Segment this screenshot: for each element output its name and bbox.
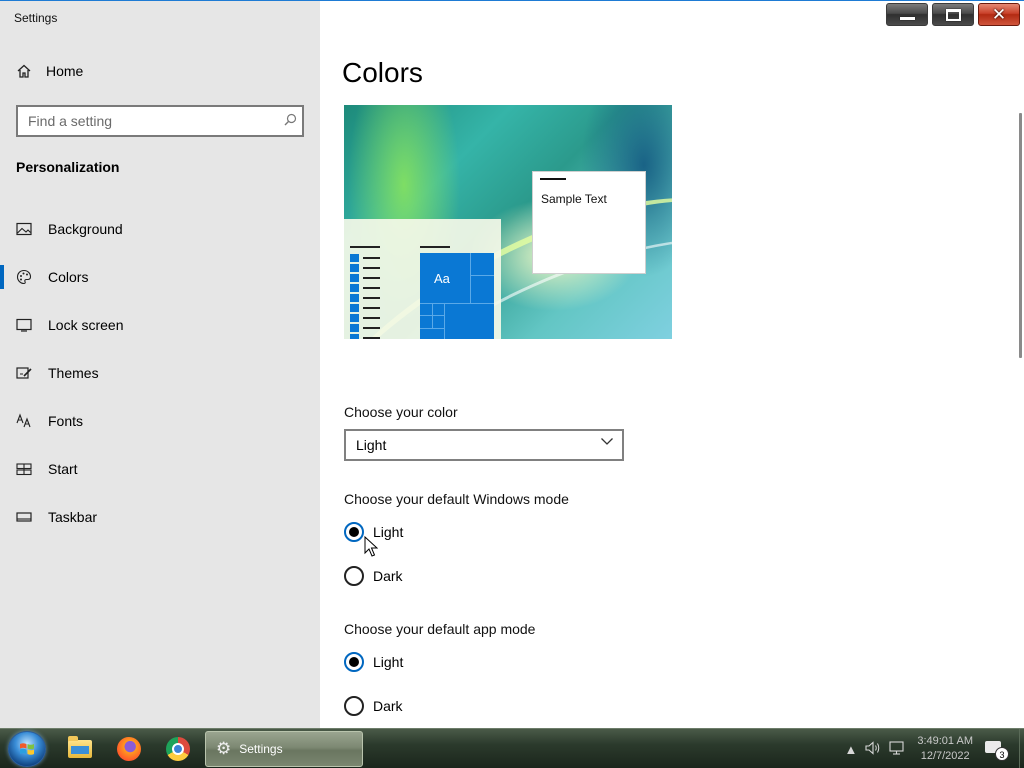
windows-mode-label: Choose your default Windows mode [344, 491, 569, 507]
scrollbar[interactable] [1019, 113, 1022, 358]
picture-icon [16, 221, 32, 237]
home-icon [16, 63, 32, 79]
minimize-icon [900, 17, 915, 20]
notification-count: 3 [995, 747, 1009, 761]
sidebar-item-label: Start [48, 461, 78, 477]
brush-icon [16, 365, 32, 381]
sidebar-item-colors[interactable]: Colors [0, 253, 320, 301]
content-pane: ✕ Colors Aa Sample Text Choose your colo… [320, 0, 1024, 728]
start-icon [16, 461, 32, 477]
app-mode-dark-option[interactable]: Dark [344, 696, 403, 716]
sidebar-item-fonts[interactable]: Fonts [0, 397, 320, 445]
sidebar-item-start[interactable]: Start [0, 445, 320, 493]
sidebar-item-label: Lock screen [48, 317, 124, 333]
color-mode-dropdown[interactable]: Light [344, 429, 624, 461]
clock-time: 3:49:01 AM [917, 735, 973, 747]
radio-label: Light [373, 654, 404, 670]
preview-tile-text: Aa [434, 271, 450, 286]
close-icon: ✕ [991, 5, 1007, 25]
clock-date: 12/7/2022 [920, 750, 970, 762]
radio-button[interactable] [344, 522, 364, 542]
preview-start-menu: Aa [344, 219, 501, 339]
chrome-button[interactable] [159, 733, 197, 765]
preview-app-list [350, 253, 380, 339]
taskbar-settings-button[interactable]: ⚙ Settings [205, 731, 363, 767]
close-button[interactable]: ✕ [978, 3, 1020, 26]
window-title: Settings [14, 11, 58, 25]
system-tray: ▲ 3:49:01 AM 12/7/2022 3 [840, 729, 1024, 768]
radio-button[interactable] [344, 652, 364, 672]
search-box[interactable] [16, 105, 304, 137]
folder-icon [68, 736, 92, 758]
dropdown-value: Light [356, 437, 387, 453]
taskbar: ⚙ Settings ▲ 3:49:01 AM 12/7/2022 3 [0, 728, 1024, 768]
app-mode-light-option[interactable]: Light [344, 652, 403, 672]
preview-list-header [350, 246, 380, 248]
search-icon[interactable] [278, 113, 302, 129]
firefox-icon [117, 737, 141, 761]
radio-label: Dark [373, 568, 403, 584]
active-indicator [0, 265, 4, 289]
app-mode-label: Choose your default app mode [344, 621, 536, 637]
radio-button[interactable] [344, 566, 364, 586]
taskbar-settings-label: Settings [239, 742, 283, 756]
sample-text: Sample Text [541, 192, 607, 206]
sidebar-item-themes[interactable]: Themes [0, 349, 320, 397]
palette-icon [16, 269, 32, 285]
nav-list: Background Colors Lock screen Themes Fon… [0, 205, 320, 541]
preview-tiles-header [420, 246, 450, 248]
color-preview: Aa Sample Text [344, 105, 672, 339]
gear-icon: ⚙ [216, 739, 232, 758]
maximize-icon [946, 9, 961, 21]
home-button[interactable]: Home [16, 63, 83, 79]
sidebar-item-label: Background [48, 221, 123, 237]
font-icon [16, 413, 32, 429]
show-desktop-button[interactable] [1019, 729, 1024, 768]
sidebar-item-label: Taskbar [48, 509, 98, 525]
chevron-down-icon [600, 434, 614, 451]
chevron-up-icon[interactable]: ▲ [844, 742, 857, 757]
sidebar-item-label: Fonts [48, 413, 84, 429]
mouse-cursor-icon [364, 536, 378, 557]
clock[interactable]: 3:49:01 AM 12/7/2022 [917, 734, 973, 764]
choose-color-label: Choose your color [344, 404, 458, 420]
sidebar-item-background[interactable]: Background [0, 205, 320, 253]
radio-label: Dark [373, 698, 403, 714]
radio-button[interactable] [344, 696, 364, 716]
volume-icon[interactable] [865, 740, 881, 758]
preview-tiles: Aa [420, 253, 494, 339]
sidebar-item-taskbar[interactable]: Taskbar [0, 493, 320, 541]
windows-mode-dark-option[interactable]: Dark [344, 566, 403, 586]
window-controls: ✕ [886, 3, 1020, 26]
sidebar-item-label: Colors [48, 269, 89, 285]
taskbar-icon [16, 509, 32, 525]
minimize-button[interactable] [886, 3, 928, 26]
sidebar: Settings Home Personalization Background… [0, 0, 320, 728]
sample-window-titlebar [540, 178, 566, 180]
maximize-button[interactable] [932, 3, 974, 26]
windows-logo-icon [20, 743, 34, 755]
chrome-icon [166, 737, 190, 761]
preview-sample-window: Sample Text [532, 171, 646, 274]
search-input[interactable] [28, 113, 278, 129]
file-explorer-button[interactable] [61, 733, 99, 765]
notification-button[interactable]: 3 [985, 739, 1009, 761]
section-title: Personalization [16, 159, 120, 175]
lock-screen-icon [16, 317, 32, 333]
firefox-button[interactable] [110, 733, 148, 765]
home-label: Home [46, 63, 84, 79]
start-button[interactable] [8, 731, 46, 767]
sidebar-item-lock-screen[interactable]: Lock screen [0, 301, 320, 349]
network-icon[interactable] [889, 740, 905, 758]
page-title: Colors [342, 57, 423, 88]
sidebar-item-label: Themes [48, 365, 99, 381]
